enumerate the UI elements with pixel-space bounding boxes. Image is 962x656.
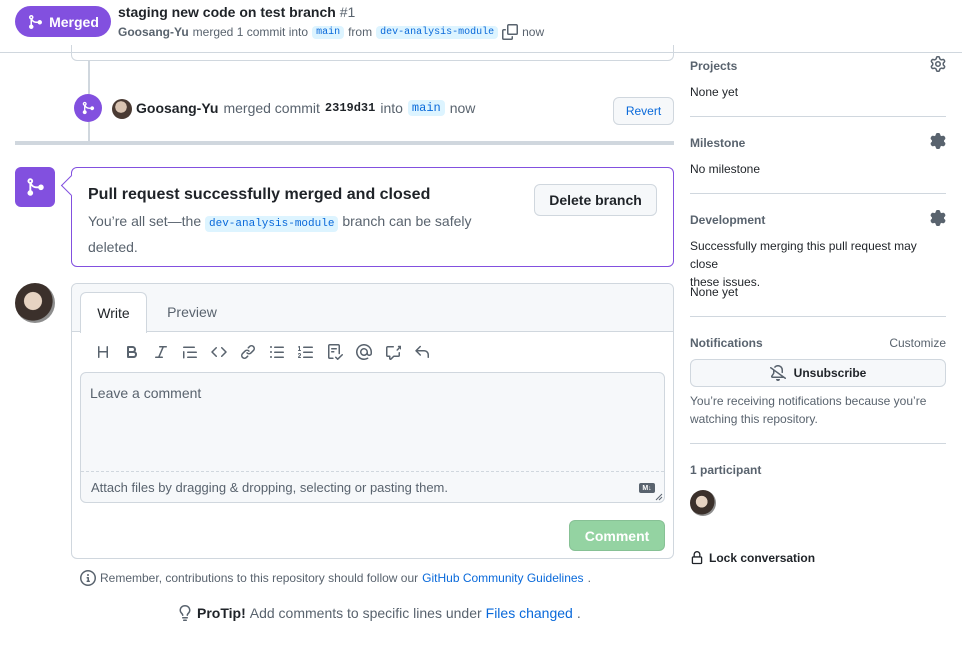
markdown-toolbar xyxy=(88,342,436,362)
participants-heading: 1 participant xyxy=(690,463,762,477)
timeline-break xyxy=(15,141,674,145)
cross-reference-icon[interactable] xyxy=(378,342,407,362)
unordered-list-icon[interactable] xyxy=(262,342,291,362)
merged-status-icon xyxy=(15,167,55,207)
merge-event-text: Goosang-Yu merged commit 2319d31 into ma… xyxy=(136,100,475,116)
lock-conversation-label: Lock conversation xyxy=(709,551,816,565)
customize-link[interactable]: Customize xyxy=(889,336,946,350)
merge-status-description: You’re all set—the dev-analysis-module b… xyxy=(88,210,488,259)
notifications-note-line2: watching this repository. xyxy=(690,412,818,426)
pr-subtitle: Goosang-Yu merged 1 commit into main fro… xyxy=(118,24,544,40)
undo-icon[interactable] xyxy=(407,342,436,362)
merge-status-box: Pull request successfully merged and clo… xyxy=(71,167,674,267)
projects-value: None yet xyxy=(690,85,739,99)
milestone-gear-icon[interactable] xyxy=(930,133,946,149)
merged-status-label: Merged xyxy=(49,13,99,30)
event-branch-tag[interactable]: main xyxy=(407,100,445,116)
base-branch-tag[interactable]: main xyxy=(312,25,345,39)
light-bulb-icon xyxy=(179,605,191,621)
event-time: now xyxy=(449,100,476,116)
task-list-icon[interactable] xyxy=(320,342,349,362)
git-merge-icon xyxy=(82,101,95,115)
tab-preview[interactable]: Preview xyxy=(157,292,227,332)
pr-time: now xyxy=(522,25,545,39)
projects-heading: Projects xyxy=(690,59,738,73)
pr-number: #1 xyxy=(339,4,356,20)
pr-author-link[interactable]: Goosang-Yu xyxy=(118,25,189,39)
quote-icon[interactable] xyxy=(175,342,204,362)
git-merge-icon xyxy=(27,178,44,196)
event-action-text: merged commit xyxy=(223,100,320,116)
milestone-heading: Milestone xyxy=(690,136,746,150)
ordered-list-icon[interactable] xyxy=(291,342,320,362)
merged-status-badge: Merged xyxy=(15,6,111,37)
notifications-note: You’re receiving notifications because y… xyxy=(690,392,946,428)
italic-icon[interactable] xyxy=(146,342,175,362)
notifications-heading: Notifications xyxy=(690,336,763,350)
unsubscribe-label: Unsubscribe xyxy=(793,366,867,380)
projects-gear-icon[interactable] xyxy=(930,56,946,72)
pr-title: staging new code on test branch #1 xyxy=(118,4,355,20)
community-guidelines-link[interactable]: GitHub Community Guidelines xyxy=(422,571,583,585)
sidebar-divider xyxy=(690,116,946,117)
attach-files-bar[interactable]: Attach files by dragging & dropping, sel… xyxy=(81,471,664,502)
comment-textarea[interactable]: Leave a comment Attach files by dragging… xyxy=(80,372,665,503)
delete-branch-button[interactable]: Delete branch xyxy=(534,184,657,216)
merge-desc-prefix: You’re all set—the xyxy=(88,213,202,229)
pr-title-text: staging new code on test branch xyxy=(118,4,336,20)
comment-submit-button[interactable]: Comment xyxy=(569,520,665,551)
protip-suffix: . xyxy=(576,605,581,621)
code-icon[interactable] xyxy=(204,342,233,362)
markdown-icon[interactable]: M↓ xyxy=(639,483,655,493)
merge-desc-branch[interactable]: dev-analysis-module xyxy=(205,216,339,232)
link-icon[interactable] xyxy=(233,342,262,362)
tab-write[interactable]: Write xyxy=(80,292,147,333)
git-merge-icon xyxy=(29,14,43,29)
notifications-note-line1: You’re receiving notifications because y… xyxy=(690,394,927,408)
attach-files-text: Attach files by dragging & dropping, sel… xyxy=(91,480,448,495)
sidebar-divider xyxy=(690,193,946,194)
previous-comment-box xyxy=(71,45,674,61)
revert-button[interactable]: Revert xyxy=(613,97,674,125)
development-desc-line1: Successfully merging this pull request m… xyxy=(690,239,917,271)
protip-note: ProTip! Add comments to specific lines u… xyxy=(177,605,581,621)
sidebar-divider xyxy=(690,443,946,444)
guidelines-note: Remember, contributions to this reposito… xyxy=(80,570,591,586)
lock-conversation-button[interactable]: Lock conversation xyxy=(690,551,815,565)
commit-sha-link[interactable]: 2319d31 xyxy=(325,101,375,115)
heading-icon[interactable] xyxy=(88,342,117,362)
bold-icon[interactable] xyxy=(117,342,146,362)
comment-placeholder: Leave a comment xyxy=(90,385,202,401)
files-changed-link[interactable]: Files changed xyxy=(486,605,573,621)
head-branch-tag[interactable]: dev-analysis-module xyxy=(376,25,499,39)
development-heading: Development xyxy=(690,213,766,227)
sidebar-divider xyxy=(690,316,946,317)
comment-tabs: Write Preview xyxy=(72,284,673,333)
mention-icon[interactable] xyxy=(349,342,378,362)
avatar[interactable] xyxy=(15,283,55,323)
event-actor-link[interactable]: Goosang-Yu xyxy=(136,100,218,116)
pr-from-text: from xyxy=(348,25,373,39)
comment-form: Write Preview Leave a comment Attach fil… xyxy=(71,283,674,559)
lock-icon xyxy=(691,551,703,565)
event-into-text: into xyxy=(380,100,403,116)
development-gear-icon[interactable] xyxy=(930,210,946,226)
development-value: None yet xyxy=(690,285,739,299)
merge-desc-suffix: branch can be safely xyxy=(342,213,472,229)
merge-event-badge xyxy=(74,94,102,122)
guidelines-text: Remember, contributions to this reposito… xyxy=(100,571,419,585)
copy-icon[interactable] xyxy=(502,24,519,40)
protip-label: ProTip! xyxy=(197,605,246,621)
info-icon xyxy=(80,570,96,586)
avatar[interactable] xyxy=(690,490,716,516)
bell-slash-icon xyxy=(769,365,786,381)
avatar[interactable] xyxy=(112,99,132,119)
unsubscribe-button[interactable]: Unsubscribe xyxy=(690,359,946,387)
milestone-value: No milestone xyxy=(690,162,761,176)
protip-text: Add comments to specific lines under xyxy=(249,605,482,621)
merge-desc-last: deleted. xyxy=(88,239,138,255)
merge-status-title: Pull request successfully merged and clo… xyxy=(88,186,431,203)
pr-merged-text: merged 1 commit into xyxy=(192,25,309,39)
guidelines-suffix: . xyxy=(587,571,591,585)
